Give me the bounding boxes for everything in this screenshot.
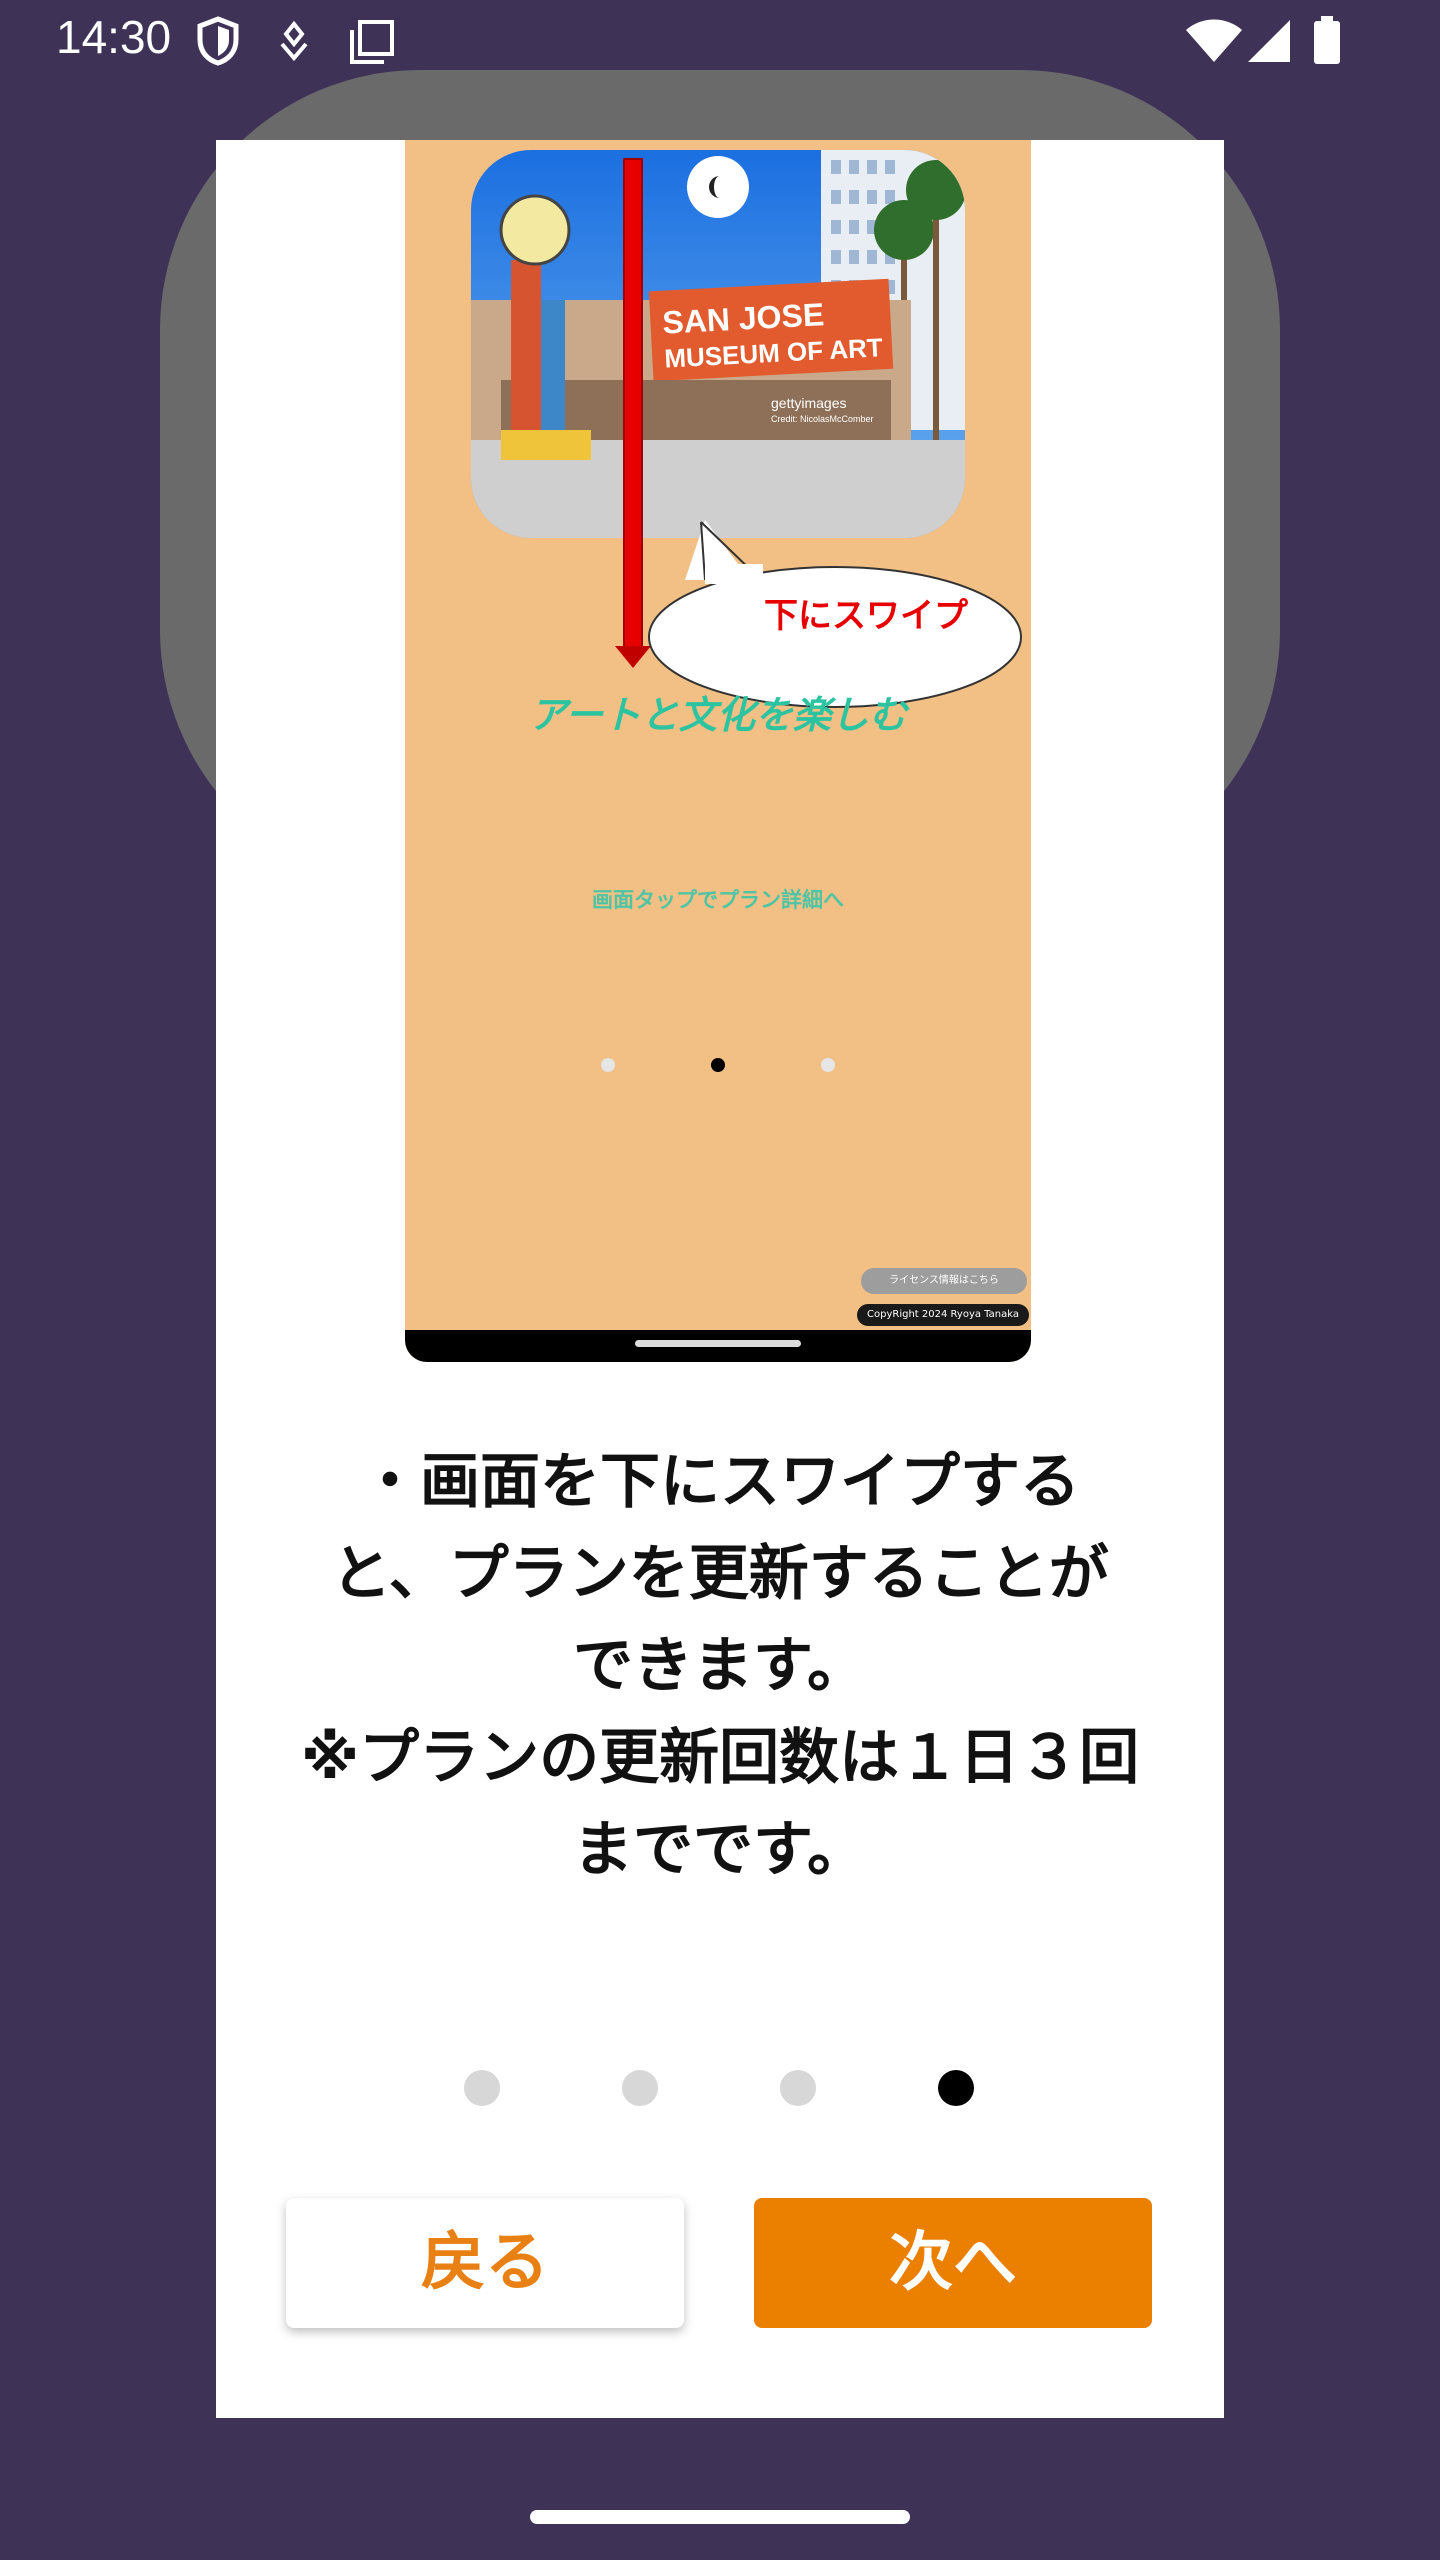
description-line: できます。: [573, 1631, 867, 1701]
shield-icon: [197, 16, 239, 66]
page-indicator-dot-4-active: [938, 2070, 974, 2106]
preview-license-button: ライセンス情報はこちら: [861, 1268, 1027, 1294]
photo-text-credit: Credit: NicolasMcComber: [771, 414, 874, 424]
preview-dot-3: [821, 1058, 835, 1072]
debug-icon: [280, 20, 308, 62]
preview-plan-title: アートと文化を楽しむ: [529, 693, 907, 737]
preview-dot-1: [601, 1058, 615, 1072]
page-indicator-dot-2: [622, 2070, 658, 2106]
moon-icon: [687, 156, 749, 218]
photo-text-getty: gettyimages: [771, 395, 846, 411]
preview-nav-bar: [405, 1330, 1031, 1362]
description-line: ※プランの更新回数は１日３回: [300, 1723, 1140, 1793]
tutorial-dialog: SAN JOSE MUSEUM OF ART gettyimages Credi…: [216, 140, 1224, 2418]
status-time: 14:30: [56, 11, 172, 63]
next-button[interactable]: 次へ: [754, 2198, 1152, 2328]
tutorial-preview-image: SAN JOSE MUSEUM OF ART gettyimages Credi…: [405, 140, 1031, 1362]
screenshot-icon: [350, 20, 394, 64]
preview-dot-2-active: [711, 1058, 725, 1072]
swipe-arrow: [623, 158, 643, 652]
description-line: ・画面を下にスワイプする: [360, 1447, 1080, 1517]
status-bar: 14:30: [0, 0, 1440, 80]
page-indicator-dot-1: [464, 2070, 500, 2106]
description-line: と、プランを更新することが: [331, 1539, 1109, 1609]
signal-icon: [1248, 20, 1290, 62]
swipe-down-label: 下にスワイプ: [764, 596, 968, 636]
tutorial-description: ・画面を下にスワイプする と、プランを更新することが できます。 ※プランの更新…: [256, 1436, 1184, 1896]
preview-copyright: CopyRight 2024 Ryoya Tanaka: [857, 1304, 1029, 1326]
home-indicator[interactable]: [530, 2510, 910, 2524]
description-line: までです。: [573, 1815, 867, 1885]
wifi-icon: [1186, 19, 1242, 62]
preview-home-indicator: [635, 1340, 801, 1347]
back-button[interactable]: 戻る: [286, 2198, 684, 2328]
page-indicator-dot-3: [780, 2070, 816, 2106]
preview-tap-hint: 画面タップでプラン詳細へ: [592, 888, 844, 912]
battery-icon: [1314, 16, 1340, 64]
